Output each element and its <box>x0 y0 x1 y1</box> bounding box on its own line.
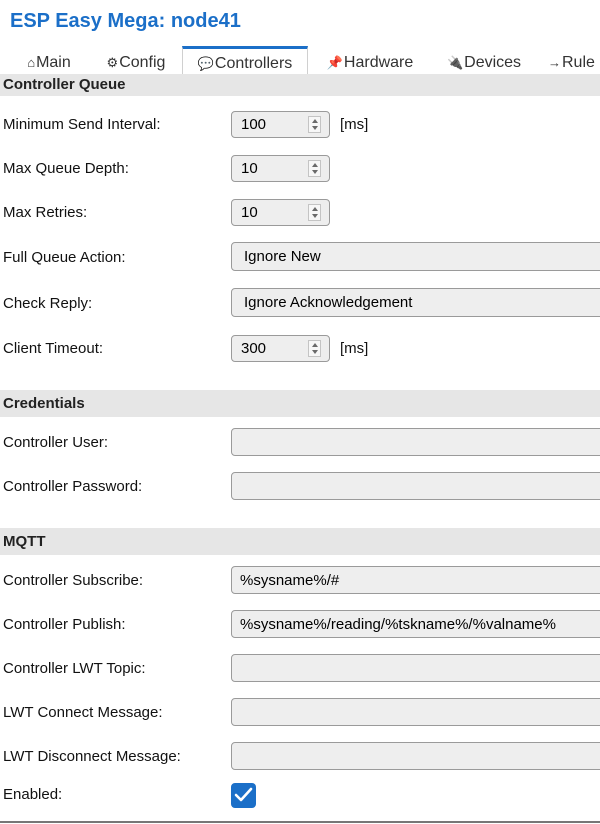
lwt-connect-message-label: LWT Connect Message: <box>3 704 163 721</box>
enabled-checkbox[interactable] <box>231 783 256 808</box>
page-title: ESP Easy Mega: node41 <box>10 10 241 32</box>
controller-subscribe-label: Controller Subscribe: <box>3 572 144 589</box>
min-send-interval-input[interactable]: 100 <box>231 111 330 138</box>
max-retries-label: Max Retries: <box>3 204 88 221</box>
controller-publish-label: Controller Publish: <box>3 616 126 633</box>
max-queue-depth-label: Max Queue Depth: <box>3 160 129 177</box>
max-retries-input[interactable]: 10 <box>231 199 330 226</box>
client-timeout-unit: [ms] <box>340 340 369 357</box>
controller-lwt-topic-label: Controller LWT Topic: <box>3 660 146 677</box>
lwt-disconnect-message-label: LWT Disconnect Message: <box>3 748 181 765</box>
check-reply-select[interactable]: Ignore Acknowledgement <box>231 288 600 317</box>
plug-icon: 🔌 <box>446 55 464 70</box>
controller-lwt-topic-input[interactable] <box>231 654 600 682</box>
max-queue-depth-input[interactable]: 10 <box>231 155 330 182</box>
controller-publish-input[interactable]: %sysname%/reading/%tskname%/%valname% <box>231 610 600 638</box>
section-mqtt: MQTT <box>0 528 600 555</box>
enabled-label: Enabled: <box>3 786 63 803</box>
controller-password-label: Controller Password: <box>3 478 143 495</box>
client-timeout-label: Client Timeout: <box>3 340 104 357</box>
controller-subscribe-input[interactable]: %sysname%/# <box>231 566 600 594</box>
checkmark-icon <box>234 787 253 802</box>
min-send-interval-label: Minimum Send Interval: <box>3 116 161 133</box>
divider <box>0 821 600 823</box>
client-timeout-input[interactable]: 300 <box>231 335 330 362</box>
speech-bubble-icon: 💬 <box>197 56 214 71</box>
spinner-icon[interactable] <box>308 204 321 221</box>
home-icon: ⌂ <box>27 55 36 70</box>
full-queue-action-label: Full Queue Action: <box>3 249 126 266</box>
controller-user-input[interactable] <box>231 428 600 456</box>
controller-password-input[interactable] <box>231 472 600 500</box>
lwt-disconnect-message-input[interactable] <box>231 742 600 770</box>
controller-user-label: Controller User: <box>3 434 109 451</box>
spinner-icon[interactable] <box>308 116 321 133</box>
gear-icon: ⚙ <box>106 55 119 70</box>
lwt-connect-message-input[interactable] <box>231 698 600 726</box>
spinner-icon[interactable] <box>308 160 321 177</box>
pushpin-icon: 📌 <box>326 55 343 70</box>
arrow-right-icon: → <box>548 55 561 70</box>
full-queue-action-select[interactable]: Ignore New <box>231 242 600 271</box>
section-controller-queue: Controller Queue <box>0 74 600 96</box>
check-reply-label: Check Reply: <box>3 295 93 312</box>
spinner-icon[interactable] <box>308 340 321 357</box>
min-send-interval-unit: [ms] <box>340 116 369 133</box>
section-credentials: Credentials <box>0 390 600 417</box>
